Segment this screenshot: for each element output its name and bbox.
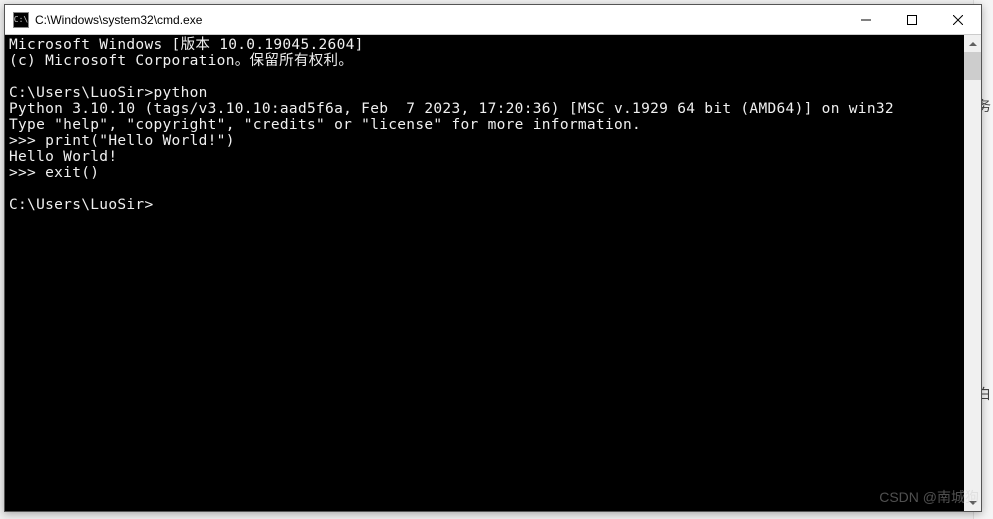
cmd-icon: C:\ [13, 12, 29, 28]
scroll-up-button[interactable] [964, 35, 981, 52]
scrollbar-thumb[interactable] [964, 52, 981, 80]
minimize-icon [861, 15, 871, 25]
maximize-button[interactable] [889, 5, 935, 34]
scrollbar-track[interactable] [964, 52, 981, 494]
close-icon [953, 15, 963, 25]
scrollbar[interactable] [964, 35, 981, 511]
terminal-body: Microsoft Windows [版本 10.0.19045.2604] (… [5, 35, 981, 511]
terminal-output[interactable]: Microsoft Windows [版本 10.0.19045.2604] (… [5, 35, 964, 511]
titlebar[interactable]: C:\ C:\Windows\system32\cmd.exe [5, 5, 981, 35]
scroll-down-button[interactable] [964, 494, 981, 511]
window-title: C:\Windows\system32\cmd.exe [35, 13, 843, 27]
maximize-icon [907, 15, 917, 25]
minimize-button[interactable] [843, 5, 889, 34]
cmd-window: C:\ C:\Windows\system32\cmd.exe Microsof… [4, 4, 982, 512]
close-button[interactable] [935, 5, 981, 34]
chevron-up-icon [969, 42, 977, 46]
window-controls [843, 5, 981, 34]
chevron-down-icon [969, 501, 977, 505]
